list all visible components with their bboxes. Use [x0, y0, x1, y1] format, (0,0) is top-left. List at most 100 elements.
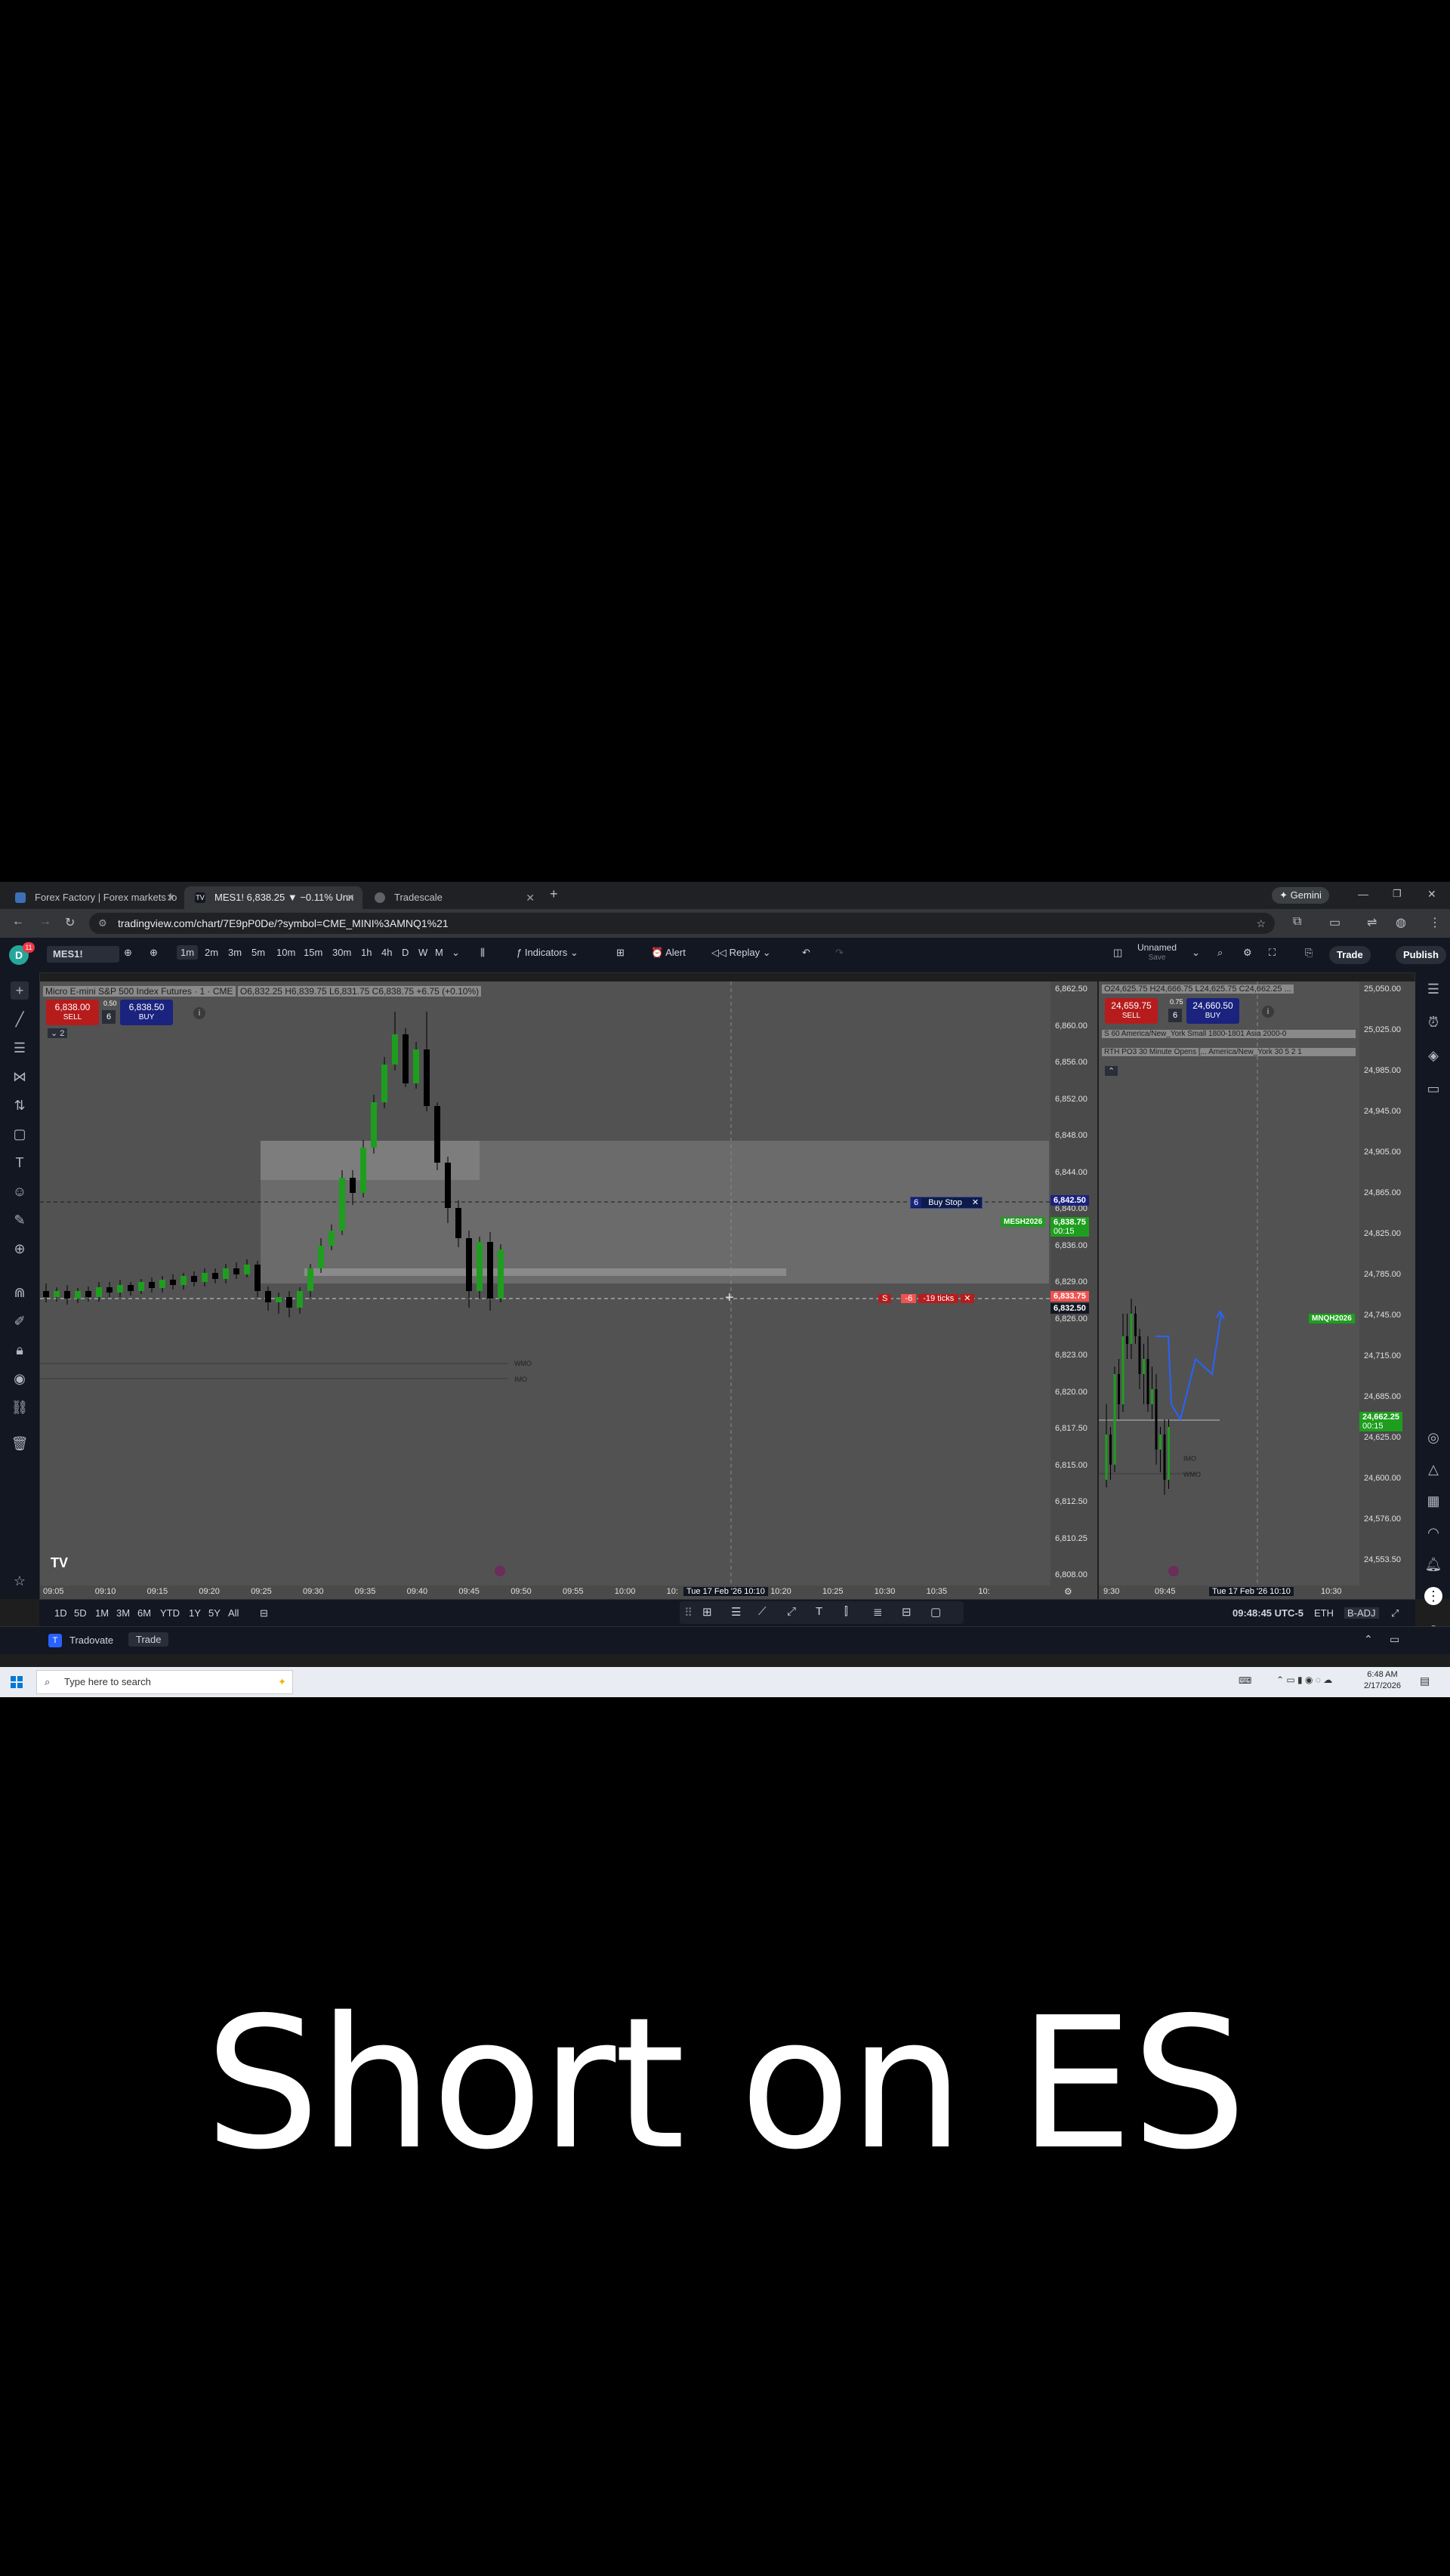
bookmark-star-icon[interactable]: ☆ [1256, 913, 1266, 934]
chevron-down-icon[interactable]: ⌄ [1192, 947, 1200, 959]
rectangle-tool-icon[interactable]: ▢ [930, 1605, 941, 1619]
brush-icon[interactable]: ✎ [11, 1211, 29, 1229]
keyboard-icon[interactable]: ⌨ [1239, 1675, 1251, 1686]
right-chart-canvas[interactable]: IMO WMO [1099, 981, 1359, 1599]
right-chart-pane[interactable]: IMO WMO O24,625.75 H24,666.75 L24,625.75… [1099, 981, 1359, 1599]
path-tool-icon[interactable]: ⟋ [758, 1605, 767, 1618]
magnet-icon[interactable]: ⋒ [11, 1283, 29, 1302]
bell-icon[interactable]: 🔔︎ [1424, 1555, 1442, 1573]
buy-button[interactable]: 24,660.50 BUY [1186, 998, 1239, 1024]
zoom-icon[interactable]: ⊕ [11, 1240, 29, 1258]
range-5d[interactable]: 5D [74, 1607, 87, 1619]
interval-2m[interactable]: 2m [205, 947, 218, 958]
restore-icon[interactable]: ❐ [1393, 888, 1402, 900]
grid-tool-icon[interactable]: ⊞ [702, 1605, 712, 1619]
maximize-icon[interactable]: ⤢ [1391, 1607, 1399, 1619]
interval-4h[interactable]: 4h [381, 947, 392, 958]
session-toggle[interactable]: ETH [1314, 1607, 1334, 1619]
interval-1h[interactable]: 1h [361, 947, 372, 958]
panel-trade-button[interactable]: Trade [128, 1632, 169, 1647]
new-tab-button[interactable]: + [550, 886, 558, 902]
interval-d[interactable]: D [402, 947, 409, 958]
right-time-axis[interactable]: 9:30 09:45 10:30 Tue 17 Feb '26 10:10 [1099, 1585, 1415, 1599]
minimize-icon[interactable]: — [1358, 888, 1368, 900]
clock[interactable]: 09:48:45 UTC-5 [1232, 1607, 1303, 1619]
emoji-icon[interactable]: ☺ [11, 1182, 29, 1200]
levels-tool-icon[interactable]: ⊟ [902, 1605, 912, 1619]
pattern-icon[interactable]: ⋈ [11, 1068, 29, 1086]
chart-type-icon[interactable]: ⫼ [480, 947, 485, 959]
snapshot-icon[interactable]: ⎘ [1305, 947, 1313, 959]
range-1m[interactable]: 1M [95, 1607, 109, 1619]
sidepanel-icon[interactable]: ▭ [1329, 915, 1340, 930]
indicators-collapse[interactable]: ⌄ 2 [48, 1028, 68, 1038]
window-close-icon[interactable]: ✕ [1427, 888, 1436, 901]
taskbar-search[interactable]: ⌕ Type here to search ✦ [36, 1670, 293, 1694]
notifications-icon[interactable]: ▤ [1420, 1675, 1430, 1687]
ray-tool-icon[interactable]: ⤢ [787, 1605, 796, 1618]
indicators-button[interactable]: ƒ Indicators ⌄ [517, 947, 578, 959]
interval-15m[interactable]: 15m [304, 947, 322, 958]
chat-icon[interactable]: ▭ [1424, 1080, 1442, 1098]
left-chart-pane[interactable]: WMO IMO + Micro E-mini S&P 500 Index Fut… [40, 981, 1050, 1599]
interval-m[interactable]: M [435, 947, 443, 958]
range-3m[interactable]: 3M [116, 1607, 130, 1619]
drag-handle-icon[interactable]: ⠿ [684, 1606, 693, 1619]
range-5y[interactable]: 5Y [208, 1607, 221, 1619]
text-tool-icon[interactable]: T [816, 1605, 822, 1618]
sell-button[interactable]: 6,838.00 SELL [46, 1000, 99, 1025]
redo-icon[interactable]: ↷ [835, 947, 844, 959]
fvg-zone[interactable] [304, 1268, 786, 1276]
alerts-clock-icon[interactable]: ⏰︎ [1424, 1013, 1442, 1031]
windows-start-icon[interactable] [11, 1676, 23, 1688]
short-position-label[interactable]: S -6 -19 ticks ✕ [878, 1293, 974, 1304]
tab-tradescale[interactable]: Tradescale ✕ [364, 886, 542, 909]
trash-icon[interactable]: 🗑︎ [11, 1434, 29, 1453]
left-time-axis[interactable]: 09:05 09:10 09:15 09:20 09:25 09:30 09:35 09:40… [40, 1585, 1097, 1599]
close-icon[interactable]: ✕ [969, 1198, 982, 1207]
text-icon[interactable]: T [11, 1154, 29, 1172]
replay-button[interactable]: ◁◁ Replay ⌄ [711, 947, 771, 959]
layout-icon[interactable]: ◫ [1113, 947, 1122, 959]
alert-button[interactable]: ⏰ Alert [651, 947, 686, 959]
adjust-toggle[interactable]: B-ADJ [1344, 1607, 1379, 1619]
indicator-po3[interactable]: RTH PO3 30 Minute Opens [... America/New… [1102, 1048, 1356, 1056]
buy-button[interactable]: 6,838.50 BUY [120, 1000, 173, 1025]
list-tool-icon[interactable]: ≣ [873, 1605, 883, 1619]
range-ytd[interactable]: YTD [160, 1607, 180, 1619]
close-icon[interactable]: ✕ [526, 886, 535, 909]
taskbar-clock[interactable]: 6:48 AM 2/17/2026 [1364, 1669, 1401, 1692]
date-range-icon[interactable]: ⊟ [260, 1607, 268, 1619]
tray-icons[interactable]: ⌃ ▭ ▮ ◉ ◌ ☁ [1276, 1675, 1332, 1685]
event-marker-icon[interactable] [1168, 1566, 1179, 1576]
settings-icon[interactable]: ⚙ [1243, 947, 1252, 959]
interval-5m[interactable]: 5m [251, 947, 265, 958]
calendar-icon[interactable]: ▦ [1424, 1492, 1442, 1510]
layout-name-button[interactable]: Unnamed Save [1137, 942, 1177, 963]
interval-3m[interactable]: 3m [228, 947, 242, 958]
chrome-menu-icon[interactable]: ⋮ [1429, 915, 1441, 930]
range-all[interactable]: All [228, 1607, 239, 1619]
interval-30m[interactable]: 30m [332, 947, 351, 958]
crosshair-icon[interactable]: + [11, 981, 29, 1000]
tab-forex-factory[interactable]: Forex Factory | Forex markets fo ✕ [5, 886, 183, 909]
close-icon[interactable]: ✕ [166, 886, 175, 909]
indicator-sessions[interactable]: S 60 America/New_York Small 1800-1801 As… [1102, 1030, 1356, 1038]
layers-icon[interactable]: ◈ [1424, 1046, 1442, 1065]
left-chart-canvas[interactable]: WMO IMO + [40, 981, 1050, 1599]
close-icon[interactable]: ✕ [346, 886, 355, 909]
gemini-button[interactable]: ✦ Gemini [1272, 887, 1329, 904]
tab-tradingview[interactable]: TV MES1! 6,838.25 ▼ −0.11% Unn ✕ [184, 886, 362, 909]
watchlist-star-icon[interactable]: ☆ [11, 1572, 29, 1590]
target-icon[interactable]: ◎ [1424, 1428, 1442, 1447]
ideas-icon[interactable]: △ [1424, 1460, 1442, 1478]
fib-icon[interactable]: ☰ [11, 1039, 29, 1057]
broker-name[interactable]: Tradovate [69, 1635, 113, 1646]
chart-legend[interactable]: Micro E-mini S&P 500 Index Futures · 1 ·… [43, 986, 482, 997]
eye-icon[interactable]: ◉ [11, 1370, 29, 1388]
projection-path[interactable] [1155, 1313, 1222, 1422]
symbol-search[interactable]: MES1! [47, 946, 119, 963]
buy-stop-order[interactable]: 6 Buy Stop ✕ [910, 1197, 983, 1209]
prediction-icon[interactable]: ⇅ [11, 1096, 29, 1114]
apps-grid-icon[interactable]: ⋮ [1424, 1587, 1442, 1605]
